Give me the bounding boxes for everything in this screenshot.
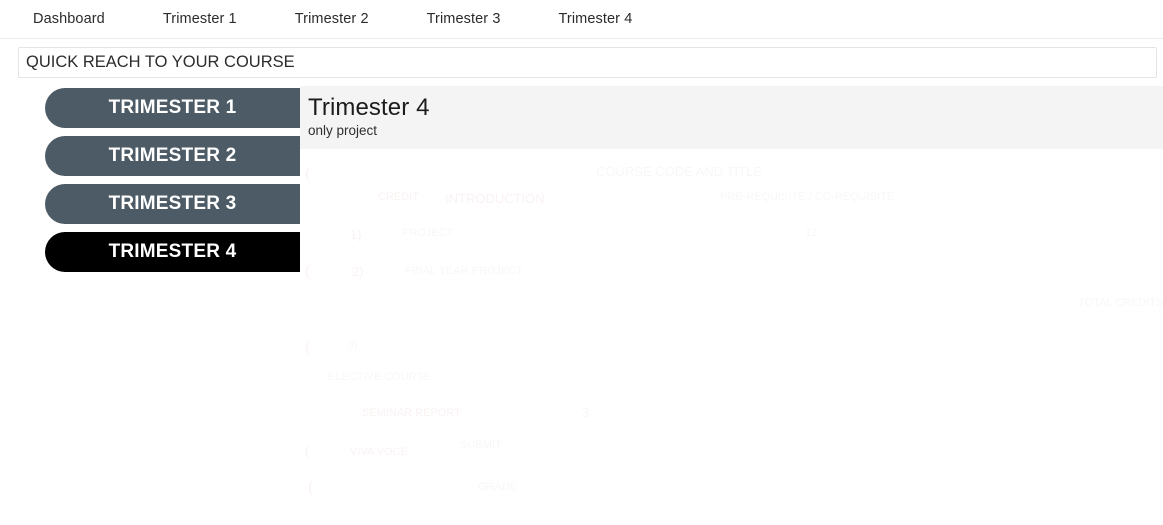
- faded-text-fragment: GRADE: [478, 481, 517, 493]
- faded-text-fragment: 1): [350, 227, 362, 243]
- rail-button-trimester-4[interactable]: TRIMESTER 4: [45, 232, 300, 272]
- faded-text-fragment: 3: [582, 405, 589, 420]
- page-body: TRIMESTER 1 TRIMESTER 2 TRIMESTER 3 TRIM…: [0, 78, 1163, 520]
- faded-text-fragment: SUBMIT: [460, 439, 502, 451]
- faded-text-fragment: ELECTIVE COURSE: [328, 371, 431, 383]
- panel-header: Trimester 4 only project: [300, 86, 1163, 150]
- nav-item-trimester-3[interactable]: Trimester 3: [427, 12, 501, 27]
- faded-text-fragment: (: [308, 479, 313, 497]
- nav-item-trimester-2[interactable]: Trimester 2: [295, 12, 369, 27]
- rail-button-trimester-2[interactable]: TRIMESTER 2: [45, 136, 300, 176]
- trimester-rail: TRIMESTER 1 TRIMESTER 2 TRIMESTER 3 TRIM…: [0, 86, 300, 280]
- rail-button-trimester-1[interactable]: TRIMESTER 1: [45, 88, 300, 128]
- faded-text-fragment: INTRODUCTION: [445, 191, 545, 207]
- faded-text-fragment: SEMINAR REPORT: [362, 407, 461, 420]
- faded-text-fragment: PROJECT: [402, 227, 453, 239]
- panel-subtitle: only project: [308, 122, 378, 138]
- nav-item-trimester-4[interactable]: Trimester 4: [559, 12, 633, 27]
- rail-button-trimester-3[interactable]: TRIMESTER 3: [45, 184, 300, 224]
- faded-text-fragment: 3): [348, 339, 358, 351]
- quick-reach-container: [0, 39, 1163, 78]
- faded-text-fragment: (: [305, 444, 310, 460]
- faded-text-fragment: 2): [352, 264, 364, 280]
- faded-content-area: ( COURSE CODE AND TITLE CREDIT INTRODUCTION…: [300, 149, 1163, 520]
- faded-text-fragment: (: [305, 339, 310, 357]
- quick-reach-input[interactable]: [18, 47, 1157, 78]
- faded-text-fragment: TOTAL CREDITS: [1078, 297, 1163, 309]
- faded-text-fragment: CREDIT: [378, 191, 419, 204]
- faded-text-fragment: VIVA VOCE: [350, 446, 408, 459]
- main-panel: Trimester 4 only project ( COURSE CODE AN…: [300, 86, 1163, 520]
- faded-text-fragment: PRE-REQUISITE / CO-REQUISITE: [720, 191, 894, 203]
- faded-text-fragment: COURSE CODE AND TITLE: [596, 164, 762, 179]
- faded-text-fragment: FINAL YEAR PROJECT: [405, 265, 523, 277]
- nav-item-trimester-1[interactable]: Trimester 1: [163, 12, 237, 27]
- panel-title: Trimester 4: [308, 94, 430, 121]
- top-navbar: Dashboard Trimester 1 Trimester 2 Trimes…: [0, 0, 1163, 39]
- faded-text-fragment: 12: [805, 227, 817, 239]
- faded-text-fragment: (: [305, 165, 310, 183]
- nav-item-dashboard[interactable]: Dashboard: [33, 12, 105, 27]
- faded-text-fragment: (: [305, 263, 310, 281]
